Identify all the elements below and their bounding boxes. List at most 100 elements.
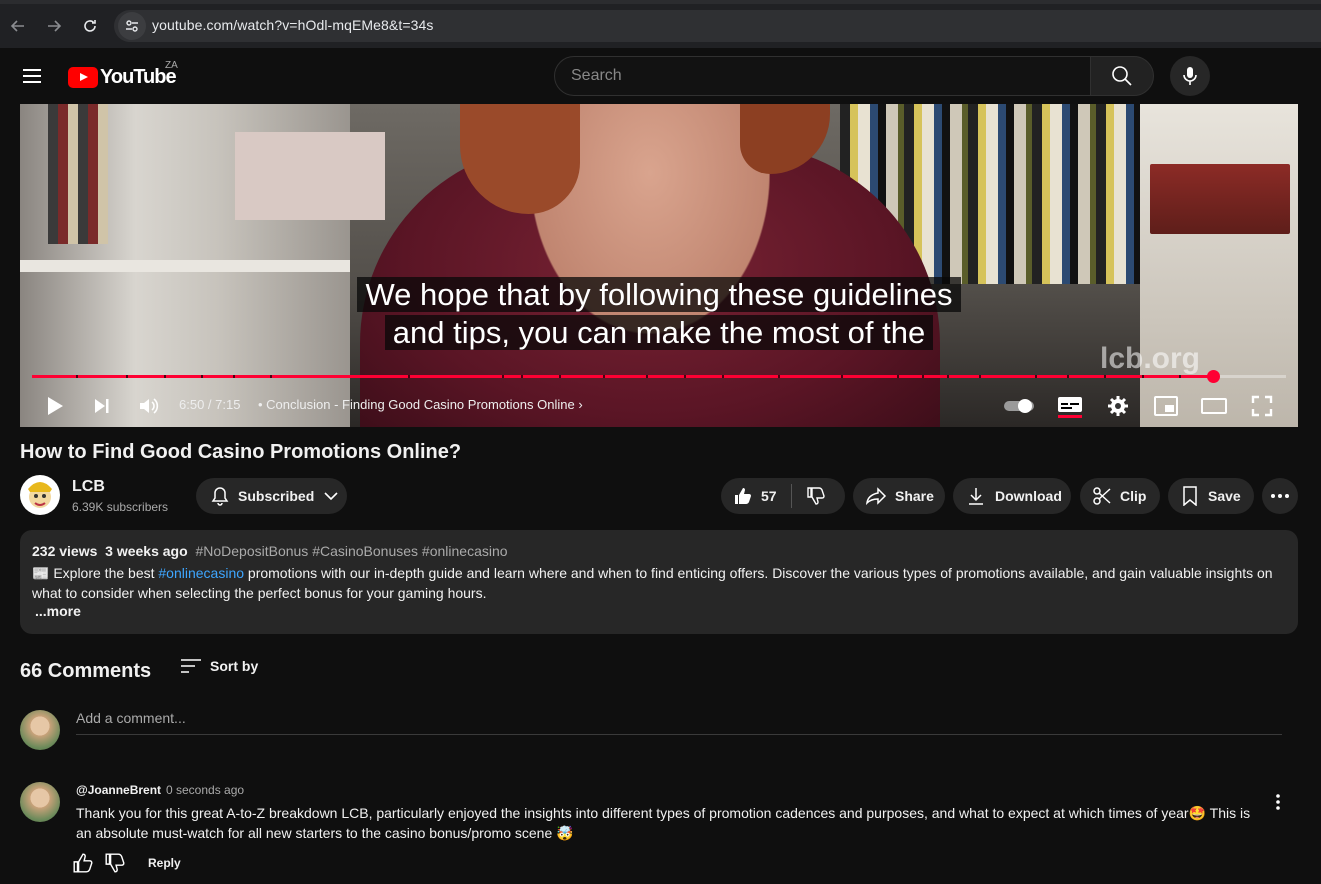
chapter-marker [1179,375,1182,378]
chapter-marker [408,375,411,378]
menu-icon[interactable] [20,66,44,86]
fullscreen-button[interactable] [1246,390,1278,422]
channel-name[interactable]: LCB [72,478,105,496]
autoplay-toggle[interactable] [1002,390,1038,422]
scissors-icon [1093,487,1111,505]
theater-mode-icon [1201,398,1227,414]
chapter-marker [232,375,235,378]
save-button[interactable]: Save [1168,478,1254,514]
chapter-marker [978,375,981,378]
share-icon [865,487,887,505]
comment-author[interactable]: @JoanneBrent [76,783,161,797]
miniplayer-button[interactable] [1150,390,1182,422]
channel-avatar[interactable] [20,475,60,515]
chapter-marker [126,375,129,378]
caption-line-1: We hope that by following these guidelin… [20,276,1298,314]
dislike-button[interactable] [806,486,826,506]
voice-search-button[interactable] [1170,56,1210,96]
chevron-right-icon: › [578,397,583,412]
chapter-marker [521,375,524,378]
chapter-marker [1104,375,1107,378]
chapter-marker [558,375,561,378]
more-horizontal-icon [1271,494,1289,498]
autoplay-toggle-icon [1004,399,1034,413]
hashtag-link[interactable]: #onlinecasino [158,565,244,581]
forward-arrow-icon [48,20,62,32]
comment-dislike-button[interactable] [104,852,126,874]
chapter-marker [947,375,950,378]
like-divider [790,484,792,508]
add-comment-box [76,710,1282,735]
chapter-marker [1035,375,1038,378]
chapter-marker [778,375,781,378]
bookmark-icon [1183,486,1197,506]
search-input[interactable] [571,67,1071,85]
download-button[interactable]: Download [953,478,1071,514]
next-button[interactable] [86,390,118,422]
bell-icon [211,487,229,506]
miniplayer-icon [1154,396,1178,416]
chapter-marker [1141,375,1144,378]
reload-icon [84,20,96,32]
comment-author-avatar[interactable] [20,782,60,822]
clip-button[interactable]: Clip [1080,478,1160,514]
sort-icon [181,659,201,673]
reload-button[interactable] [78,14,102,38]
upload-date: 3 weeks ago [105,543,188,559]
browser-toolbar: youtube.com/watch?v=hOdl-mqEMe8&t=34s [0,0,1321,48]
forward-button[interactable] [42,14,66,38]
thumbs-up-icon [73,853,93,873]
settings-button[interactable] [1102,390,1134,422]
play-button[interactable] [39,390,71,422]
volume-icon [140,398,159,414]
chapter-marker [163,375,166,378]
next-icon [95,399,109,413]
address-bar[interactable]: youtube.com/watch?v=hOdl-mqEMe8&t=34s [114,10,1321,42]
download-icon [969,488,983,505]
search-button[interactable] [1090,56,1154,96]
comment-like-button[interactable] [72,852,94,874]
chapter-marker [646,375,649,378]
url-text[interactable]: youtube.com/watch?v=hOdl-mqEMe8&t=34s [152,17,434,33]
newspaper-emoji: 📰 [32,565,50,581]
like-button[interactable]: 57 [733,486,777,506]
subtitles-button[interactable] [1054,390,1086,422]
comment-options-button[interactable] [1266,790,1290,814]
subscriber-count: 6.39K subscribers [72,500,169,514]
site-settings-icon[interactable] [118,12,146,40]
reply-button[interactable]: Reply [148,856,181,870]
chapter-marker [75,375,78,378]
description-box[interactable]: 232 views 3 weeks ago #NoDepositBonus #C… [20,530,1298,634]
chapter-marker [897,375,900,378]
hashtags[interactable]: #NoDepositBonus #CasinoBonuses #onlineca… [195,543,507,559]
video-frame-presenter [320,104,980,427]
chapter-marker [201,375,204,378]
comment-timestamp[interactable]: 0 seconds ago [166,783,244,797]
chapter-title[interactable]: • Conclusion - Finding Good Casino Promo… [258,397,583,412]
youtube-logo[interactable]: YouTube ZA [68,60,178,89]
progress-bar[interactable] [32,370,1286,383]
chapter-marker [270,375,273,378]
subscribed-button[interactable]: Subscribed [196,478,347,514]
comment-input[interactable] [76,710,1282,726]
chevron-down-icon [324,492,338,501]
caption-line-2: and tips, you can make the most of the [20,314,1298,352]
search-box [554,56,1091,96]
back-button[interactable] [6,14,30,38]
theater-mode-button[interactable] [1198,390,1230,422]
current-user-avatar[interactable] [20,710,60,750]
chapter-marker [840,375,843,378]
play-icon [48,397,63,415]
time-display: 6:50 / 7:15 [179,397,241,412]
video-player[interactable]: lcb.org We hope that by following these … [20,104,1298,427]
comment-actions: Reply [72,852,181,874]
sort-button[interactable]: Sort by [180,658,258,674]
show-more-button[interactable]: ...more [35,603,81,619]
video-frame-books [48,104,108,244]
chapter-marker [502,375,505,378]
thumbs-down-icon [806,487,825,505]
more-actions-button[interactable] [1262,478,1298,514]
thumbs-up-icon [735,488,751,504]
share-button[interactable]: Share [853,478,945,514]
volume-button[interactable] [133,390,165,422]
